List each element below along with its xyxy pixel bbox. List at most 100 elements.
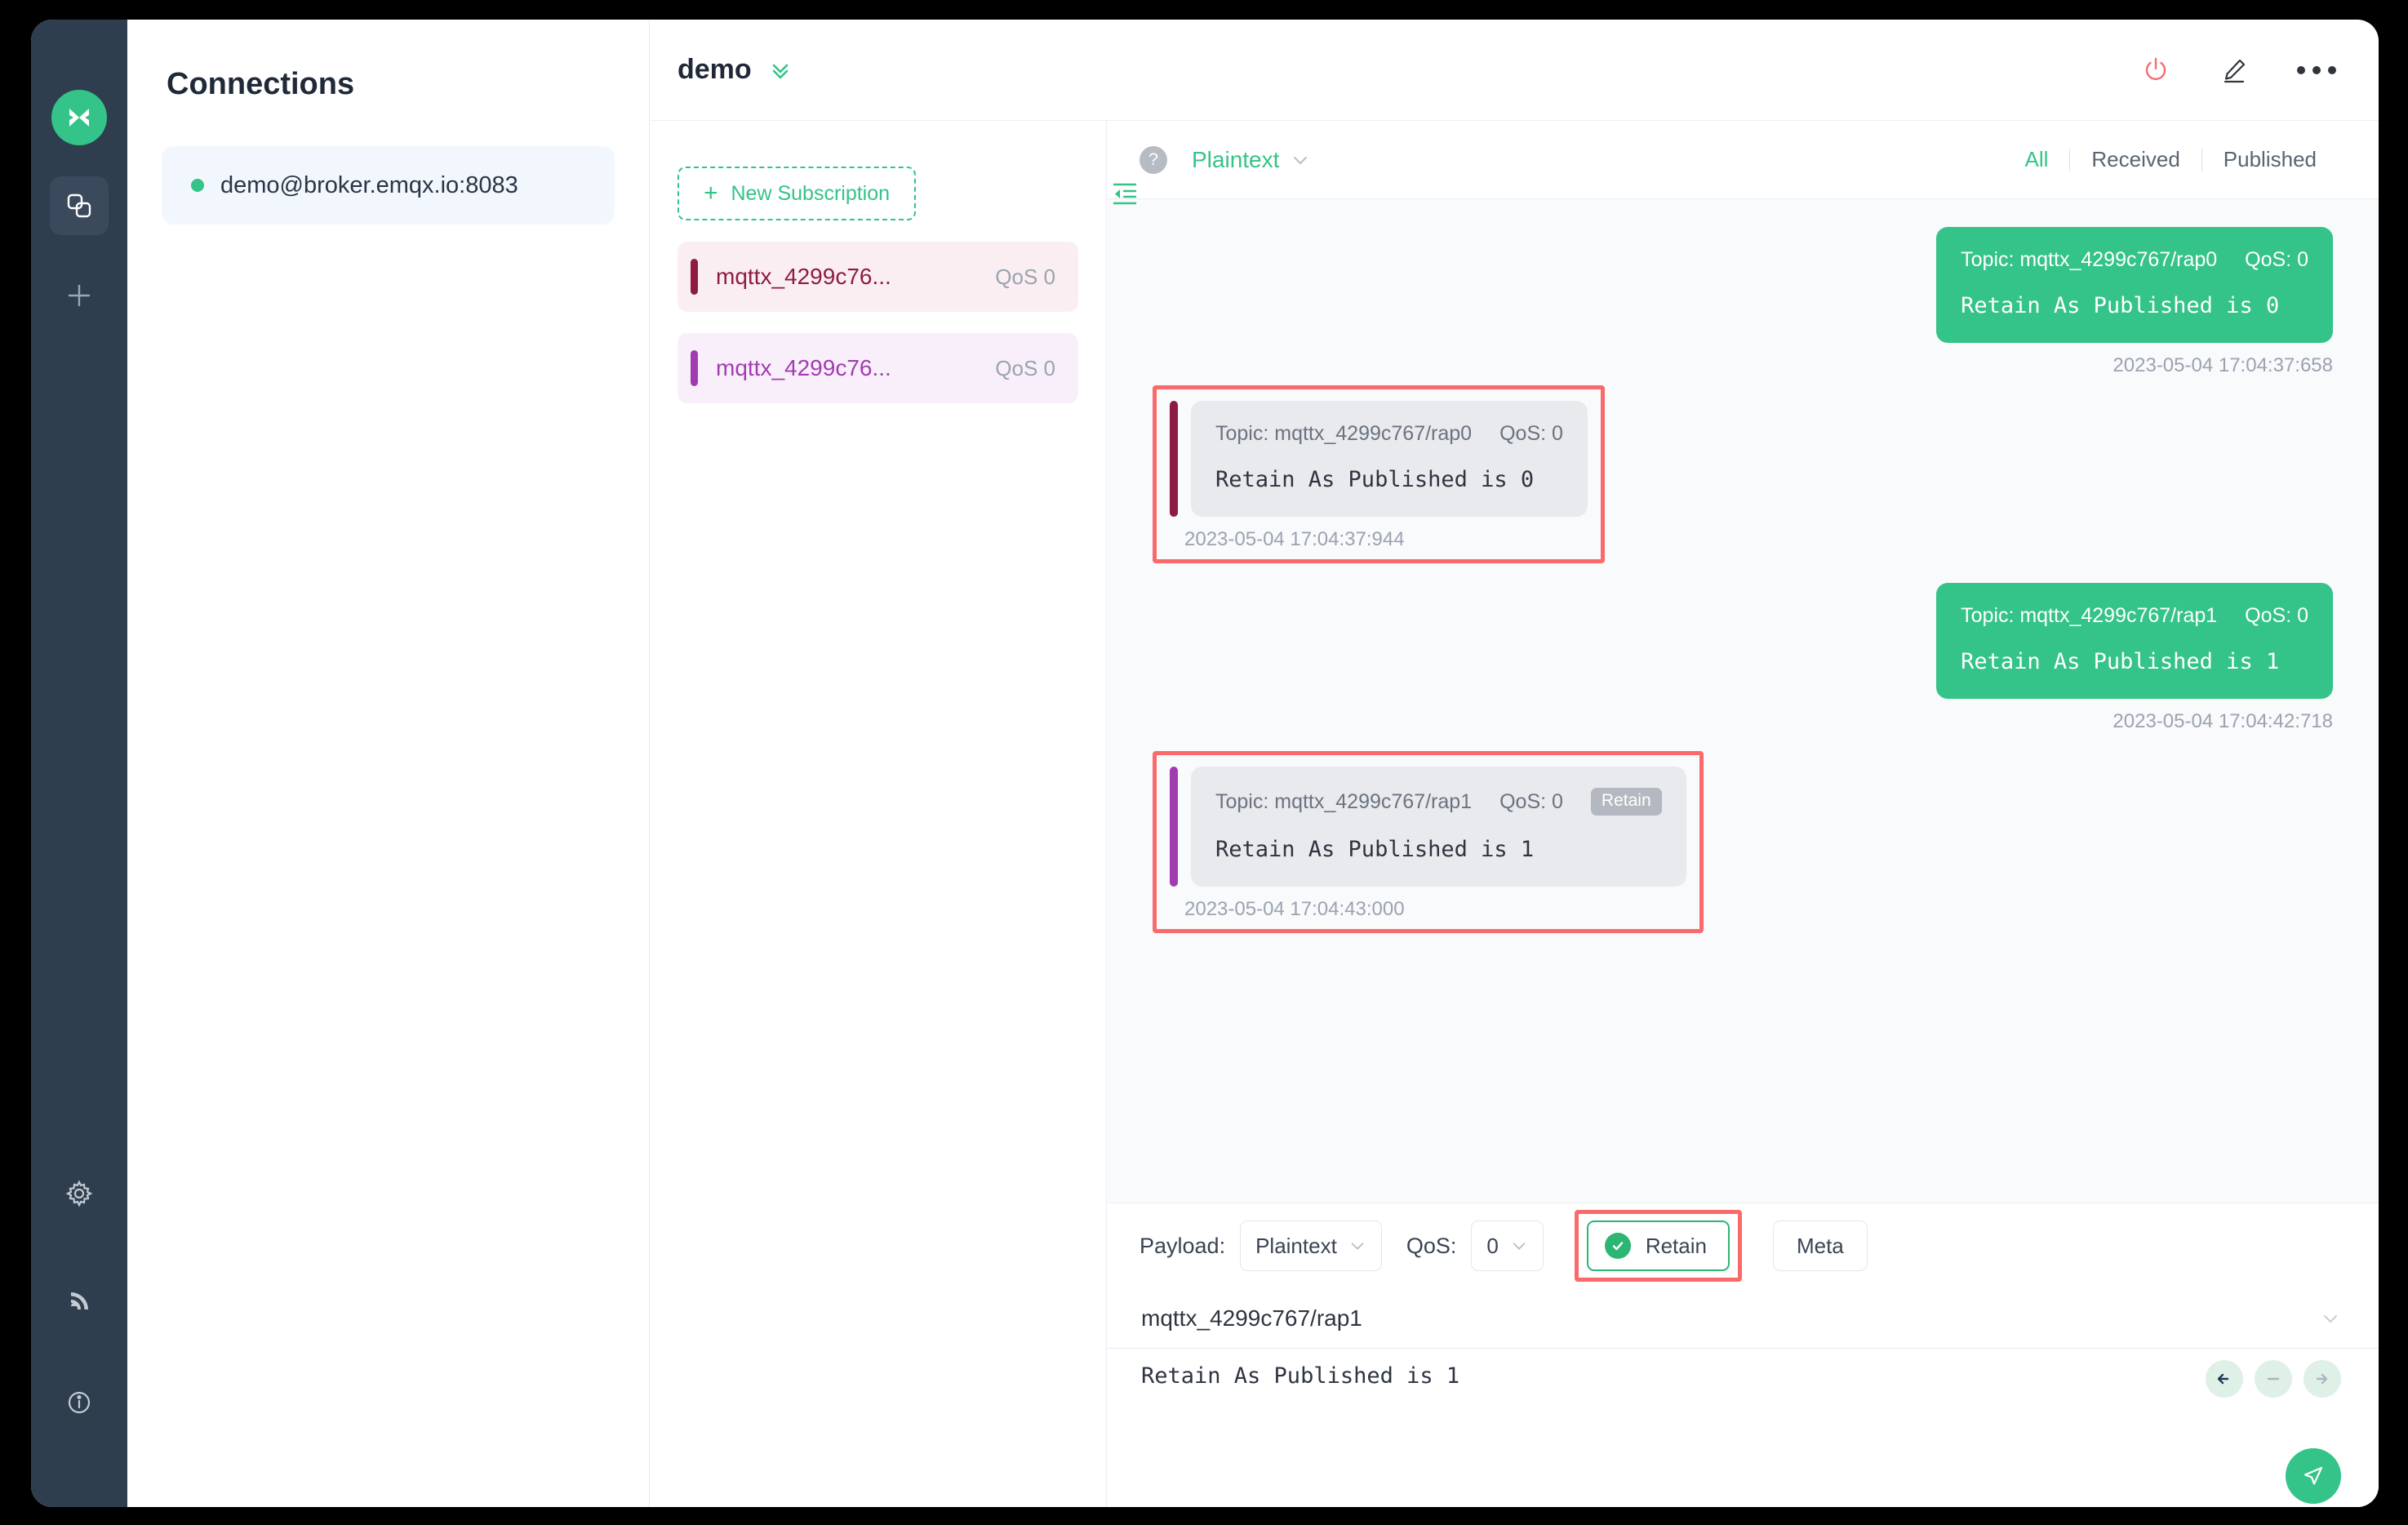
filter-received[interactable]: Received xyxy=(2070,147,2201,172)
retain-toggle-button[interactable]: Retain xyxy=(1586,1220,1730,1271)
subscription-qos: QoS 0 xyxy=(995,355,1055,380)
meta-button[interactable]: Meta xyxy=(1772,1220,1868,1271)
qos-label: QoS: xyxy=(1406,1233,1457,1258)
info-circle-icon[interactable] xyxy=(50,1373,109,1432)
more-options-icon[interactable] xyxy=(2297,65,2336,74)
message-timestamp: 2023-05-04 17:04:37:944 xyxy=(1184,528,1405,550)
message-item: Topic: mqttx_4299c767/rap1 QoS: 0 Retain… xyxy=(1936,583,2333,733)
subscription-item[interactable]: mqttx_4299c76... QoS 0 xyxy=(678,333,1078,403)
message-topic: Topic: mqttx_4299c767/rap1 xyxy=(1215,789,1473,813)
mqttx-logo-icon xyxy=(51,90,107,145)
publish-qos-value: 0 xyxy=(1486,1233,1499,1258)
annotation-highlight-box: Topic: mqttx_4299c767/rap0 QoS: 0 Retain… xyxy=(1153,385,1605,563)
sidebar-item-add-connection[interactable] xyxy=(50,266,109,325)
chevron-down-icon xyxy=(1513,1243,1526,1250)
message-item: Topic: mqttx_4299c767/rap0 QoS: 0 Retain… xyxy=(1936,227,2333,377)
topbar: demo xyxy=(650,20,2379,121)
message-header: Topic: mqttx_4299c767/rap0 QoS: 0 xyxy=(1215,422,1563,446)
message-filters: All Received Published xyxy=(2003,147,2338,172)
message-bubble-published[interactable]: Topic: mqttx_4299c767/rap1 QoS: 0 Retain… xyxy=(1936,583,2333,699)
message-timestamp: 2023-05-04 17:04:37:658 xyxy=(2113,354,2333,376)
message-row: Topic: mqttx_4299c767/rap1 QoS: 0 Retain… xyxy=(1153,583,2333,733)
connection-list-item[interactable]: demo@broker.emqx.io:8083 xyxy=(162,146,615,225)
editor-nav-buttons xyxy=(2206,1360,2341,1398)
next-arrow-icon[interactable] xyxy=(2304,1360,2341,1398)
publish-payload-input[interactable]: Retain As Published is 1 xyxy=(1141,1363,1459,1507)
publish-toolbar: Payload: Plaintext QoS: 0 Retain Meta xyxy=(1107,1203,2379,1288)
retain-badge: Retain xyxy=(1590,788,1662,816)
send-paper-plane-icon[interactable] xyxy=(2286,1448,2341,1504)
body-row: + New Subscription mqttx_4299c76... QoS … xyxy=(650,121,2379,1507)
connections-panel: Connections demo@broker.emqx.io:8083 xyxy=(127,20,650,1507)
double-chevron-down-icon[interactable] xyxy=(768,58,793,82)
publish-topic-input[interactable]: mqttx_4299c767/rap1 xyxy=(1141,1305,2320,1332)
new-subscription-label: New Subscription xyxy=(731,181,891,205)
left-rail xyxy=(31,20,127,1507)
publish-payload-format-select[interactable]: Plaintext xyxy=(1240,1220,1382,1271)
payload-format-selector[interactable]: Plaintext xyxy=(1192,147,1310,173)
subscription-accent-bar xyxy=(691,259,698,295)
filter-all[interactable]: All xyxy=(2003,147,2069,172)
subscription-item[interactable]: mqttx_4299c76... QoS 0 xyxy=(678,242,1078,312)
publish-area: Payload: Plaintext QoS: 0 Retain Meta mq… xyxy=(1107,1203,2379,1507)
subscription-topic: mqttx_4299c76... xyxy=(716,264,891,289)
message-item: Topic: mqttx_4299c767/rap0 QoS: 0 Retain… xyxy=(1170,401,1588,551)
publish-topic-row[interactable]: mqttx_4299c767/rap1 xyxy=(1107,1288,2379,1349)
collapse-panel-icon[interactable] xyxy=(1111,180,1139,211)
edit-pencil-icon[interactable] xyxy=(2219,55,2250,86)
publish-payload-format-value: Plaintext xyxy=(1255,1233,1337,1258)
message-header: Topic: mqttx_4299c767/rap1 QoS: 0 xyxy=(1961,604,2308,628)
subscriptions-panel: + New Subscription mqttx_4299c76... QoS … xyxy=(650,121,1137,1507)
message-header: Topic: mqttx_4299c767/rap0 QoS: 0 xyxy=(1961,248,2308,272)
connection-label: demo@broker.emqx.io:8083 xyxy=(220,171,518,198)
new-subscription-button[interactable]: + New Subscription xyxy=(678,167,916,220)
settings-gear-icon[interactable] xyxy=(50,1164,109,1223)
retain-label: Retain xyxy=(1645,1233,1707,1258)
message-topic: Topic: mqttx_4299c767/rap1 xyxy=(1961,604,2218,627)
sidebar-item-connections[interactable] xyxy=(50,176,109,235)
chevron-down-icon xyxy=(1351,1243,1364,1250)
connection-status-dot xyxy=(191,179,204,192)
page-title: Connections xyxy=(167,67,355,101)
previous-arrow-icon[interactable] xyxy=(2206,1360,2243,1398)
messages-toolbar: ? Plaintext All Received Published xyxy=(1107,121,2379,199)
chevron-down-icon xyxy=(2324,1314,2337,1323)
message-bubble-received[interactable]: Topic: mqttx_4299c767/rap0 QoS: 0 Retain… xyxy=(1170,401,1588,517)
message-payload: Retain As Published is 1 xyxy=(1215,837,1535,862)
message-topic: Topic: mqttx_4299c767/rap0 xyxy=(1961,248,2218,271)
message-qos: QoS: 0 xyxy=(2245,604,2308,627)
broadcast-signal-icon[interactable] xyxy=(50,1269,109,1327)
app-window: Connections demo@broker.emqx.io:8083 dem… xyxy=(31,20,2379,1507)
annotation-highlight-box: Topic: mqttx_4299c767/rap1 QoS: 0 Retain… xyxy=(1153,751,1704,933)
subscription-topic: mqttx_4299c76... xyxy=(716,355,891,380)
message-bubble-published[interactable]: Topic: mqttx_4299c767/rap0 QoS: 0 Retain… xyxy=(1936,227,2333,343)
message-topic: Topic: mqttx_4299c767/rap0 xyxy=(1215,422,1473,445)
subscription-qos: QoS 0 xyxy=(995,264,1055,289)
main-area: demo + New Subscription mqttx_4299c76...… xyxy=(650,20,2379,1507)
message-timestamp: 2023-05-04 17:04:43:000 xyxy=(1184,898,1405,920)
payload-format-label: Plaintext xyxy=(1192,146,1280,172)
publish-editor-row[interactable]: Retain As Published is 1 xyxy=(1107,1349,2379,1507)
message-bubble-received[interactable]: Topic: mqttx_4299c767/rap1 QoS: 0 Retain… xyxy=(1170,767,1686,887)
message-payload: Retain As Published is 1 xyxy=(1961,649,2280,674)
message-list[interactable]: Topic: mqttx_4299c767/rap0 QoS: 0 Retain… xyxy=(1107,199,2379,1203)
chevron-down-icon xyxy=(1294,156,1308,164)
messages-pane: ? Plaintext All Received Published Topic… xyxy=(1107,121,2379,1507)
publish-qos-select[interactable]: 0 xyxy=(1471,1220,1544,1271)
message-payload: Retain As Published is 0 xyxy=(1961,293,2280,318)
message-timestamp: 2023-05-04 17:04:42:718 xyxy=(2113,710,2333,732)
filter-published[interactable]: Published xyxy=(2202,147,2338,172)
plus-icon: + xyxy=(703,180,718,207)
message-accent-bar xyxy=(1170,401,1178,517)
power-icon[interactable] xyxy=(2140,55,2171,86)
message-qos: QoS: 0 xyxy=(1499,422,1563,445)
message-accent-bar xyxy=(1170,767,1178,887)
subscription-accent-bar xyxy=(691,350,698,386)
annotation-highlight-box: Retain xyxy=(1574,1210,1742,1282)
message-qos: QoS: 0 xyxy=(2245,248,2308,271)
help-question-icon[interactable]: ? xyxy=(1140,145,1167,174)
minus-icon[interactable] xyxy=(2255,1360,2292,1398)
message-row: Topic: mqttx_4299c767/rap0 QoS: 0 Retain… xyxy=(1153,227,2333,377)
message-header: Topic: mqttx_4299c767/rap1 QoS: 0 Retain xyxy=(1215,788,1662,816)
message-row: Topic: mqttx_4299c767/rap0 QoS: 0 Retain… xyxy=(1153,385,2333,563)
